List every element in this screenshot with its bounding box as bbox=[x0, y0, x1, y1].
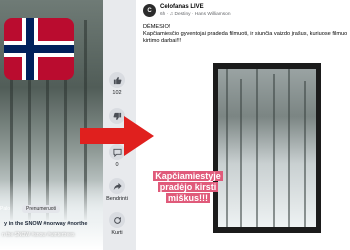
reel-caption: y in the SNOW #norway #northe bbox=[4, 221, 88, 227]
remix-icon[interactable] bbox=[109, 212, 125, 228]
thumbs-up-icon[interactable] bbox=[109, 72, 125, 88]
like-count: 102 bbox=[112, 90, 122, 96]
post-meta: 6h · ♫ Destiny · Hans Williamson bbox=[160, 12, 231, 17]
follow-button[interactable]: Prenumeruoti bbox=[22, 205, 61, 213]
like-action[interactable]: 102 bbox=[103, 72, 131, 96]
reel-user-label: Palo bbox=[0, 206, 11, 212]
video-frame bbox=[218, 69, 316, 227]
post-text-line-1: DĖMESIO! bbox=[143, 24, 171, 30]
post-text-line-2: Kapčiamiesčio gyventojai pradeda filmuot… bbox=[143, 31, 348, 37]
reel-hashtags: n the SNOW #snow #wintertrees bbox=[2, 232, 75, 238]
share-icon[interactable] bbox=[109, 178, 125, 194]
remix-action[interactable]: Kurti bbox=[103, 212, 131, 236]
post-text: DĖMESIO! Kapčiamiesčio gyventojai praded… bbox=[143, 24, 348, 45]
facebook-post: C Celofanas LIVE 6h · ♫ Destiny · Hans W… bbox=[136, 0, 350, 250]
video-overlay-caption: Kapčiamiestyje pradėjo kirsti miškus!!! bbox=[153, 171, 223, 203]
page-avatar[interactable]: C bbox=[143, 4, 156, 17]
snow-ground bbox=[0, 180, 103, 250]
post-text-line-3: kirtimo darbai!!! bbox=[143, 38, 182, 44]
share-label: Bendrinti bbox=[106, 196, 128, 202]
red-arrow-icon bbox=[80, 116, 154, 156]
comment-count: 0 bbox=[115, 162, 119, 168]
page-name[interactable]: Celofanas LIVE bbox=[160, 4, 204, 10]
remix-label: Kurti bbox=[111, 230, 123, 236]
norway-flag bbox=[4, 18, 74, 80]
post-video[interactable] bbox=[213, 63, 321, 233]
share-action[interactable]: Bendrinti bbox=[103, 178, 131, 202]
